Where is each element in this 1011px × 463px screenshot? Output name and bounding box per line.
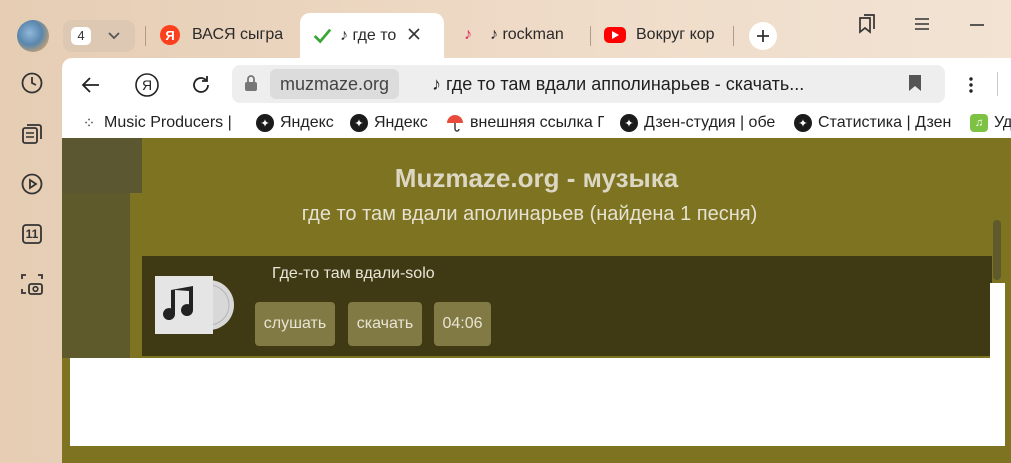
tab-active[interactable]: ♪ где то — [300, 13, 444, 58]
page-blank-area — [70, 358, 1005, 446]
bookmark-item[interactable]: ✦ Дзен-студия | обе — [620, 114, 782, 132]
scrollbar[interactable] — [993, 220, 1001, 280]
chevron-down-icon[interactable] — [107, 26, 121, 49]
avatar[interactable] — [17, 20, 49, 52]
bookmark-item[interactable]: ✦ Яндекс — [350, 114, 430, 132]
tab-label: ВАСЯ сыгра — [192, 26, 284, 43]
bookmark-label: Яндекс — [280, 114, 334, 131]
music-note-icon: ♪ — [464, 26, 472, 43]
yandex-home-icon[interactable]: Я — [130, 68, 164, 102]
listen-button[interactable]: слушать — [255, 302, 335, 346]
bookmark-label: Music Producers | — [104, 114, 232, 131]
history-icon[interactable] — [19, 70, 45, 96]
dots-logo-icon: ⁘ — [82, 115, 96, 132]
svg-text:Я: Я — [142, 77, 152, 93]
calendar-counter-label: 11 — [25, 227, 39, 241]
tab-counter[interactable]: 4 — [63, 20, 135, 52]
more-icon[interactable] — [954, 68, 988, 102]
tab-youtube[interactable]: Вокруг кор — [604, 16, 726, 54]
divider — [997, 72, 998, 96]
star-icon: ✦ — [794, 114, 812, 132]
yandex-icon: Я — [160, 25, 180, 45]
check-icon — [312, 26, 332, 46]
song-title[interactable]: Где-то там вдали-solo — [272, 265, 435, 283]
page-blank-area — [990, 283, 1005, 358]
divider — [145, 26, 146, 46]
screenshot-icon[interactable] — [19, 271, 45, 297]
tab-label: Вокруг кор — [636, 26, 715, 43]
bookmark-label: Уд — [994, 114, 1011, 131]
menu-icon[interactable] — [907, 12, 937, 36]
bookmarks-bar: ⁘ Music Producers | ✦ Яндекс ✦ Яндекс вн… — [62, 110, 1011, 138]
web-page: Muzmaze.org - музыка где то там вдали ап… — [62, 138, 1011, 463]
back-icon[interactable] — [74, 68, 108, 102]
star-icon: ✦ — [620, 114, 638, 132]
youtube-icon — [604, 27, 626, 43]
side-panel: 11 — [0, 0, 62, 463]
address-bar[interactable]: muzmaze.org ♪ где то там вдали апполинар… — [232, 65, 945, 103]
bookmark-item[interactable]: ✦ Статистика | Дзен — [794, 114, 956, 132]
site-title: Muzmaze.org - музыка — [394, 163, 679, 193]
tab-vasya[interactable]: Я ВАСЯ сыгра — [160, 16, 290, 54]
bookmark-label: Статистика | Дзен — [818, 114, 952, 131]
song-result: Где-то там вдали-solo слушать скачать 04… — [142, 256, 992, 356]
star-icon: ✦ — [350, 114, 368, 132]
lock-icon[interactable] — [243, 74, 259, 97]
music-app-icon: ♫ — [970, 114, 988, 132]
calendar-counter[interactable]: 11 — [19, 221, 45, 247]
bookmark-item[interactable]: ⁘ Music Producers | — [80, 114, 236, 132]
tab-rockman[interactable]: ♪ ♪ rockman — [458, 16, 582, 54]
umbrella-icon — [446, 114, 464, 132]
page-title-in-address[interactable]: ♪ где то там вдали апполинарьев - скачат… — [432, 74, 804, 95]
tab-count: 4 — [71, 27, 91, 45]
bookmark-icon[interactable] — [908, 74, 922, 97]
browser-frame: 11 4 Я ВАСЯ сыгра ♪ где то ♪ ♪ rockman В… — [0, 0, 1011, 463]
tab-label: ♪ где то — [340, 26, 397, 44]
bookmark-label: Яндекс — [374, 114, 428, 131]
duration-badge: 04:06 — [434, 302, 491, 346]
bookmark-label: внешняя ссылка Г — [470, 114, 604, 131]
star-icon: ✦ — [256, 114, 274, 132]
divider — [590, 26, 591, 46]
bookmark-item[interactable]: ♫ Уд — [970, 114, 1011, 132]
collections-icon[interactable] — [19, 121, 45, 147]
play-icon[interactable] — [19, 171, 45, 197]
site-domain[interactable]: muzmaze.org — [270, 69, 400, 99]
reload-icon[interactable] — [184, 68, 218, 102]
bookmark-item[interactable]: ✦ Яндекс — [256, 114, 336, 132]
bookmark-label: Дзен-студия | обе — [644, 114, 776, 131]
minimize-icon[interactable] — [962, 12, 992, 36]
download-button[interactable]: скачать — [348, 302, 422, 346]
tab-label: ♪ rockman — [490, 26, 564, 43]
divider — [733, 26, 734, 46]
bookmark-item[interactable]: внешняя ссылка Г — [446, 114, 604, 132]
bookmarks-panel-icon[interactable] — [852, 12, 882, 36]
close-icon[interactable] — [408, 27, 420, 45]
search-summary: где то там вдали аполинарьев (найдена 1 … — [301, 203, 758, 225]
browser-window: Я muzmaze.org ♪ где то там вдали апполин… — [62, 58, 1011, 463]
new-tab-button[interactable] — [749, 22, 777, 50]
song-cover — [155, 276, 235, 334]
